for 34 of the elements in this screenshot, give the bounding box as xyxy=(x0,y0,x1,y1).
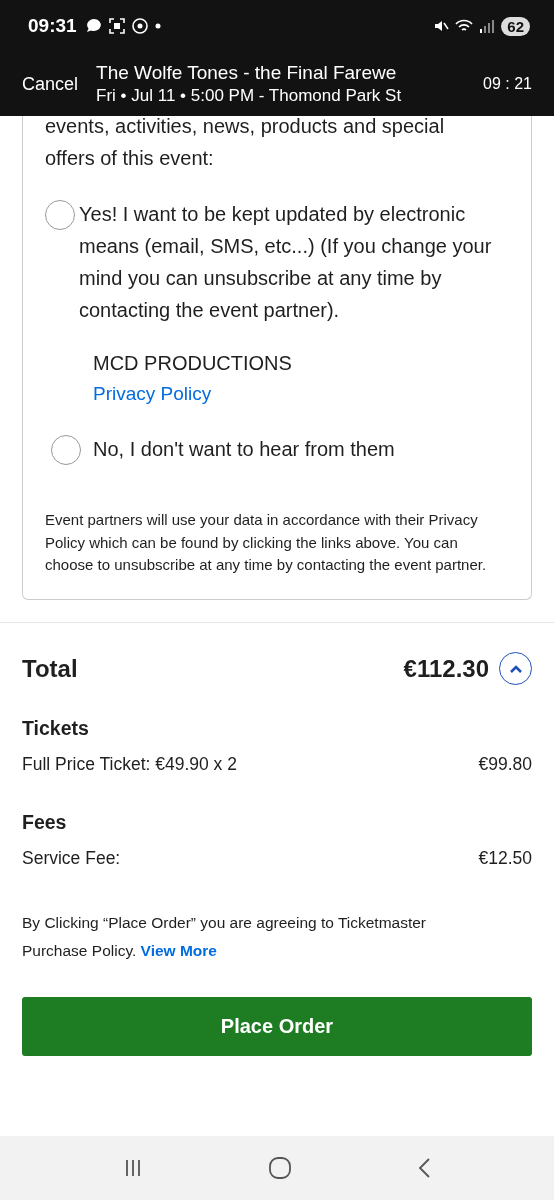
privacy-policy-link[interactable]: Privacy Policy xyxy=(93,383,212,405)
screenshot-icon xyxy=(108,18,125,34)
section-heading: Fees xyxy=(22,810,68,834)
event-title: The Wolfe Tones - the Final Farewe xyxy=(96,62,398,84)
event-details: Fri • Jul 11 • 5:00 PM - Thomond Park St xyxy=(96,86,403,106)
status-time: 09:31 xyxy=(28,15,77,37)
line-amount: €99.80 xyxy=(478,753,532,775)
collapse-button[interactable] xyxy=(499,652,532,685)
message-icon xyxy=(84,17,103,35)
partner-note: Event partners will use your data in accordance with their Privacy Policy which can be found by clicking the links above. You can choose to unsubscribe at any time by contacting the event partner. xyxy=(45,510,488,575)
home-icon[interactable] xyxy=(268,1156,292,1180)
wifi-icon xyxy=(455,18,474,34)
dot-icon xyxy=(154,23,161,29)
countdown-timer: 09 : 21 xyxy=(483,75,532,93)
line-label: Service Fee: xyxy=(22,847,121,869)
back-icon[interactable] xyxy=(417,1157,432,1179)
line-label: Full Price Ticket: €49.90 x 2 xyxy=(22,753,237,775)
section-heading: Tickets xyxy=(22,716,90,740)
signal-icon xyxy=(479,19,496,33)
view-more-link[interactable]: View More xyxy=(140,941,217,959)
battery-indicator: 62 xyxy=(501,16,530,36)
total-amount: €112.30 xyxy=(403,654,489,683)
chat-icon xyxy=(130,17,149,35)
policy-text: By Clicking “Place Order” you are agreeing to Ticketmaster Purchase Policy. View More xyxy=(22,912,428,961)
partner-name: MCD PRODUCTIONS xyxy=(93,352,293,375)
cancel-button[interactable]: Cancel xyxy=(22,73,79,95)
line-amount: €12.50 xyxy=(478,847,532,869)
mute-icon xyxy=(433,18,450,34)
option-label: No, I don't want to hear from them xyxy=(93,437,396,462)
total-label: Total xyxy=(22,654,78,683)
place-order-button[interactable]: Place Order xyxy=(22,996,532,1056)
consent-intro: events, activities, news, products and special offers of this event: xyxy=(45,114,446,171)
chevron-up-icon xyxy=(508,663,523,674)
option-label: Yes! I want to be kept updated by electronic means (email, SMS, etc...) (If you change your mind you can unsubscribe at any time by contacting the event partner). xyxy=(79,202,493,323)
